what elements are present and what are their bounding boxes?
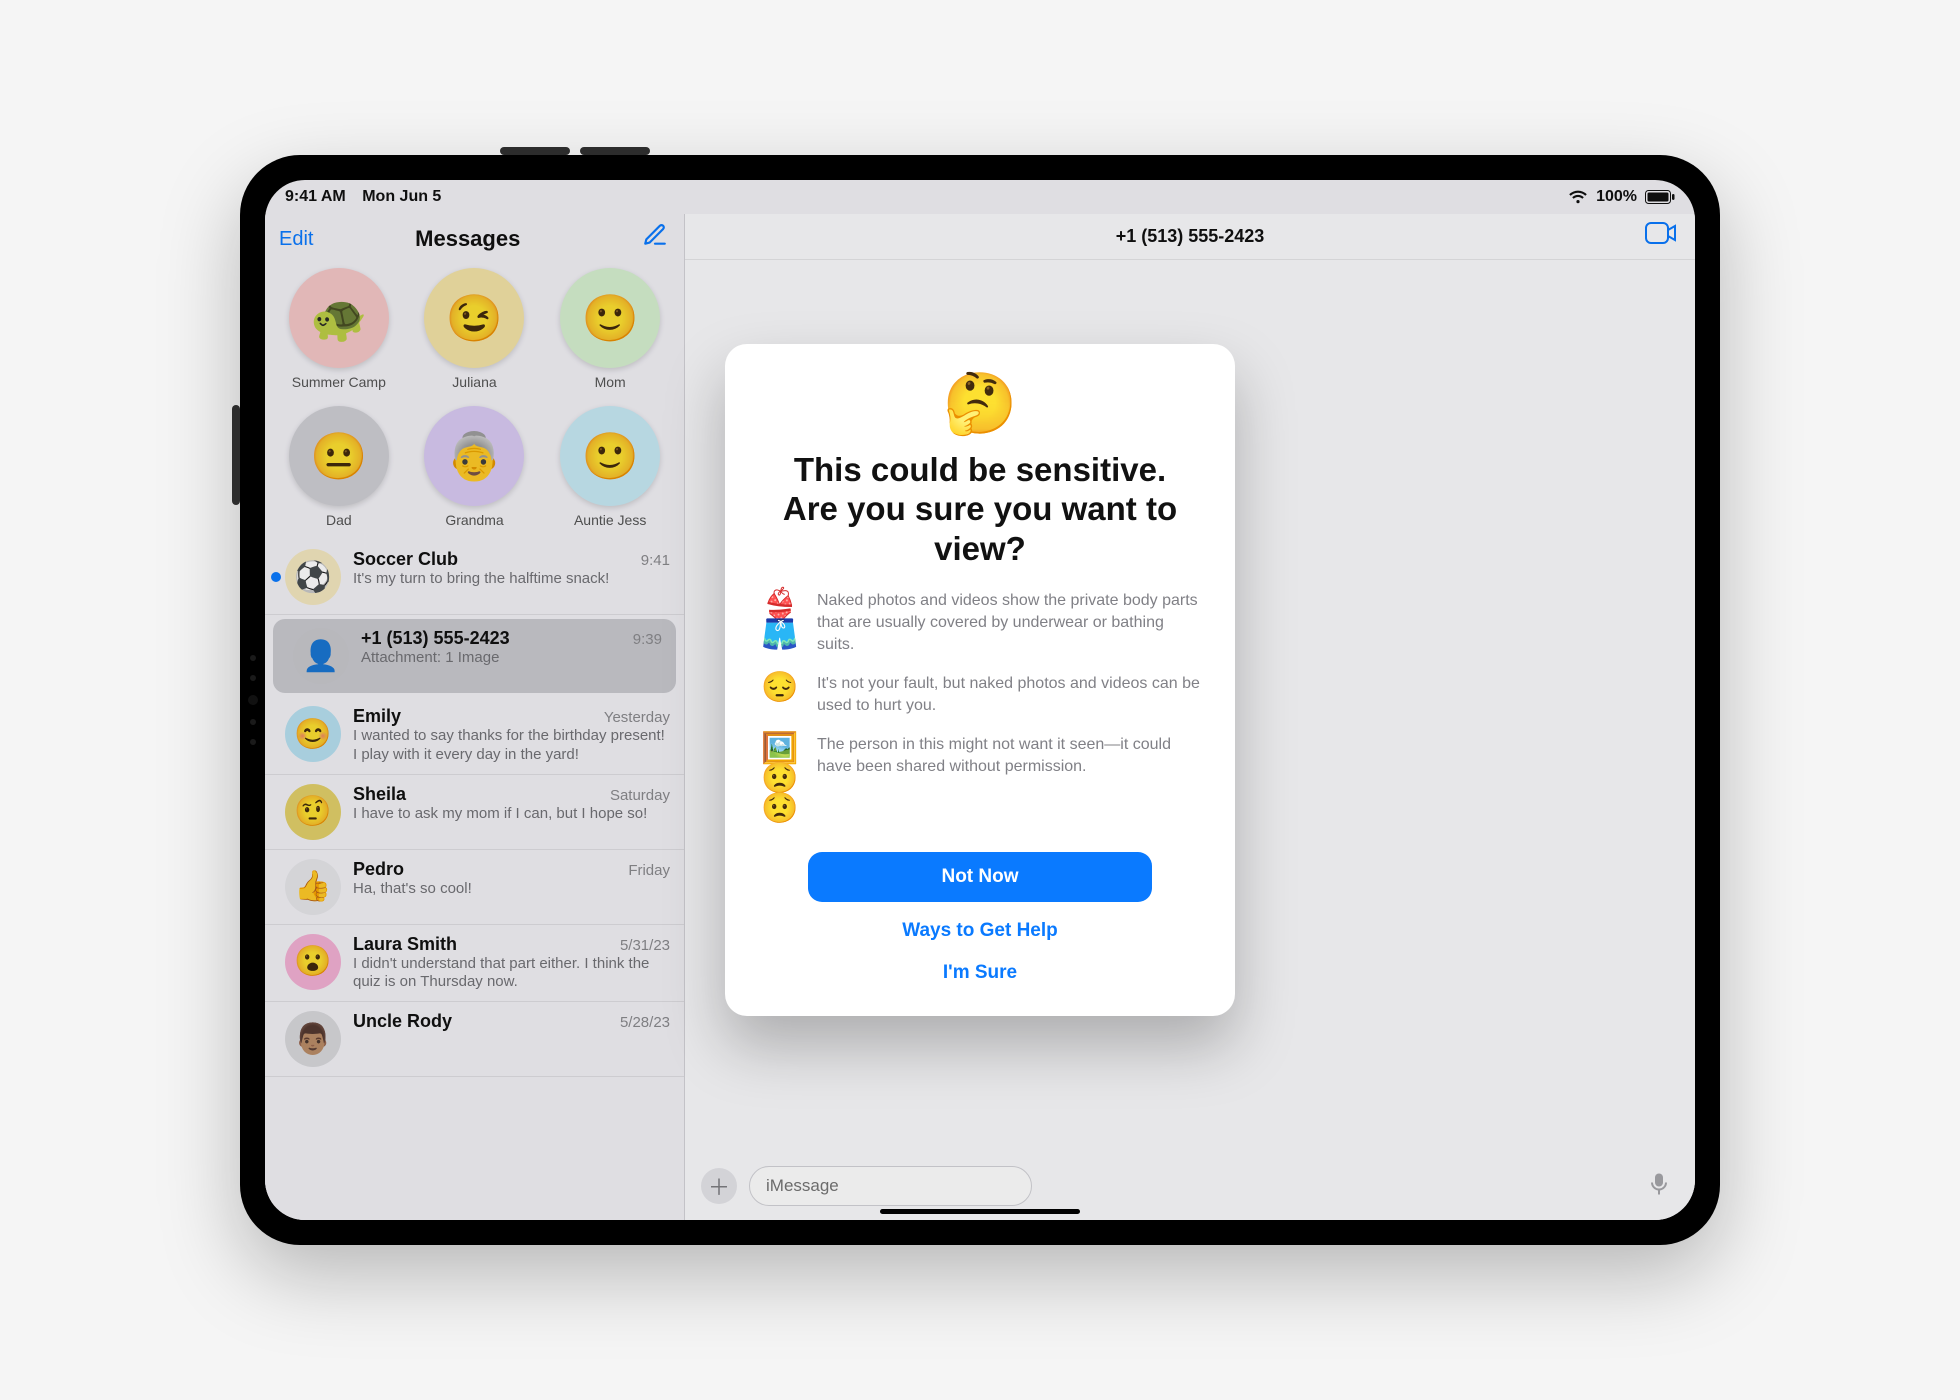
unread-dot [271, 572, 281, 582]
thread-name: Emily [353, 706, 401, 727]
bullet-icon: 😔 [759, 673, 801, 703]
home-indicator[interactable] [880, 1209, 1080, 1214]
conversation-title: +1 (513) 555-2423 [1116, 226, 1265, 247]
avatar: 😉 [424, 268, 524, 368]
status-date: Mon Jun 5 [362, 188, 441, 205]
avatar: 😊 [285, 706, 341, 762]
pinned-label: Auntie Jess [574, 512, 646, 528]
thread-name: Pedro [353, 859, 404, 880]
thread-time: 5/28/23 [620, 1014, 670, 1031]
sidebar: Edit Messages 🐢Summer Camp😉Juliana🙂Mom😐D… [265, 214, 685, 1220]
pinned-contact[interactable]: 😉 Juliana [411, 268, 539, 390]
get-help-button[interactable]: Ways to Get Help [753, 910, 1207, 952]
thread-preview: I wanted to say thanks for the birthday … [353, 727, 670, 765]
facetime-button[interactable] [1645, 222, 1677, 249]
thread-time: 5/31/23 [620, 937, 670, 954]
pinned-contact[interactable]: 🐢 Summer Camp [275, 268, 403, 390]
status-bar: 9:41 AM Mon Jun 5 100% [265, 180, 1695, 214]
thread-name: Laura Smith [353, 934, 457, 955]
thread-time: Friday [628, 862, 670, 879]
mic-icon[interactable] [1651, 1173, 1667, 1200]
thread-time: Yesterday [604, 709, 670, 726]
thread-row[interactable]: 👨🏽 Uncle Rody 5/28/23 [265, 1002, 684, 1077]
bullet-icon: 🖼️😟😟 [759, 734, 801, 824]
screen: 9:41 AM Mon Jun 5 100% Edit Messages [265, 180, 1695, 1220]
avatar: 👍 [285, 859, 341, 915]
pinned-label: Juliana [452, 374, 496, 390]
avatar: ⚽ [285, 549, 341, 605]
pinned-label: Summer Camp [292, 374, 386, 390]
thread-name: Soccer Club [353, 549, 458, 570]
thread-name: Sheila [353, 784, 406, 805]
thread-row[interactable]: ⚽ Soccer Club 9:41It's my turn to bring th… [265, 540, 684, 615]
attach-button[interactable]: ＋ [701, 1168, 737, 1204]
thread-row[interactable]: 😊 Emily YesterdayI wanted to say thanks fo… [265, 697, 684, 775]
thread-row[interactable]: 😮 Laura Smith 5/31/23I didn't understand t… [265, 925, 684, 1003]
im-sure-button[interactable]: I'm Sure [753, 952, 1207, 994]
dialog-bullets: 👙🩳 Naked photos and videos show the priva… [753, 590, 1207, 832]
pinned-label: Grandma [445, 512, 503, 528]
thread-name: +1 (513) 555-2423 [361, 628, 510, 649]
avatar: 😐 [289, 406, 389, 506]
thread-name: Uncle Rody [353, 1011, 452, 1032]
pinned-contact[interactable]: 🙂 Auntie Jess [546, 406, 674, 528]
pinned-contact[interactable]: 🙂 Mom [546, 268, 674, 390]
bullet-text: The person in this might not want it see… [817, 734, 1201, 777]
avatar: 😮 [285, 934, 341, 990]
avatar: 🤨 [285, 784, 341, 840]
bullet-text: Naked photos and videos show the private… [817, 590, 1201, 655]
volume-up-button[interactable] [500, 147, 570, 155]
avatar: 🙂 [560, 268, 660, 368]
not-now-button[interactable]: Not Now [808, 852, 1152, 902]
status-battery-text: 100% [1596, 188, 1637, 206]
pinned-contact[interactable]: 👵 Grandma [411, 406, 539, 528]
dialog-title: This could be sensitive. Are you sure yo… [763, 450, 1197, 569]
dialog-bullet: 😔 It's not your fault, but naked photos a… [759, 673, 1201, 716]
thread-time: 9:39 [633, 631, 662, 648]
thread-preview: I have to ask my mom if I can, but I hop… [353, 805, 670, 824]
ipad-frame: 9:41 AM Mon Jun 5 100% Edit Messages [240, 155, 1720, 1245]
thread-preview: I didn't understand that part either. I … [353, 955, 670, 993]
pinned-label: Dad [326, 512, 352, 528]
dialog-emoji-icon: 🤔 [753, 374, 1207, 434]
dialog-bullet: 👙🩳 Naked photos and videos show the priva… [759, 590, 1201, 655]
input-row: ＋ [685, 1156, 1695, 1220]
thread-preview: Attachment: 1 Image [361, 649, 662, 668]
avatar: 🐢 [289, 268, 389, 368]
message-input[interactable] [749, 1166, 1032, 1206]
sidebar-title: Messages [265, 226, 670, 252]
camera-cluster [250, 655, 256, 745]
avatar: 🙂 [560, 406, 660, 506]
thread-list[interactable]: ⚽ Soccer Club 9:41It's my turn to bring th… [265, 540, 684, 1220]
battery-icon [1645, 190, 1675, 204]
compose-button[interactable] [642, 222, 668, 253]
thread-time: Saturday [610, 787, 670, 804]
pinned-grid: 🐢 Summer Camp 😉 Juliana 🙂 Mom 😐 Dad 👵 Grandma 🙂 Aun… [265, 256, 684, 540]
conversation-header: +1 (513) 555-2423 [685, 214, 1695, 260]
pinned-label: Mom [595, 374, 626, 390]
avatar: 👤 [293, 628, 349, 684]
thread-row[interactable]: 👍 Pedro FridayHa, that's so cool! [265, 850, 684, 925]
wifi-icon [1568, 190, 1588, 205]
power-button[interactable] [232, 405, 240, 505]
status-time: 9:41 AM [285, 188, 346, 205]
thread-time: 9:41 [641, 552, 670, 569]
volume-down-button[interactable] [580, 147, 650, 155]
avatar: 👨🏽 [285, 1011, 341, 1067]
thread-preview: Ha, that's so cool! [353, 880, 670, 899]
bullet-icon: 👙🩳 [759, 590, 801, 650]
thread-row[interactable]: 🤨 Sheila SaturdayI have to ask my mom if I… [265, 775, 684, 850]
avatar: 👵 [424, 406, 524, 506]
sensitive-content-dialog: 🤔 This could be sensitive. Are you sure … [725, 344, 1235, 1017]
pinned-contact[interactable]: 😐 Dad [275, 406, 403, 528]
thread-preview: It's my turn to bring the halftime snack… [353, 570, 670, 589]
thread-row[interactable]: 👤 +1 (513) 555-2423 9:39Attachment: 1 Imag… [273, 619, 676, 693]
dialog-bullet: 🖼️😟😟 The person in this might not want it… [759, 734, 1201, 824]
bullet-text: It's not your fault, but naked photos an… [817, 673, 1201, 716]
